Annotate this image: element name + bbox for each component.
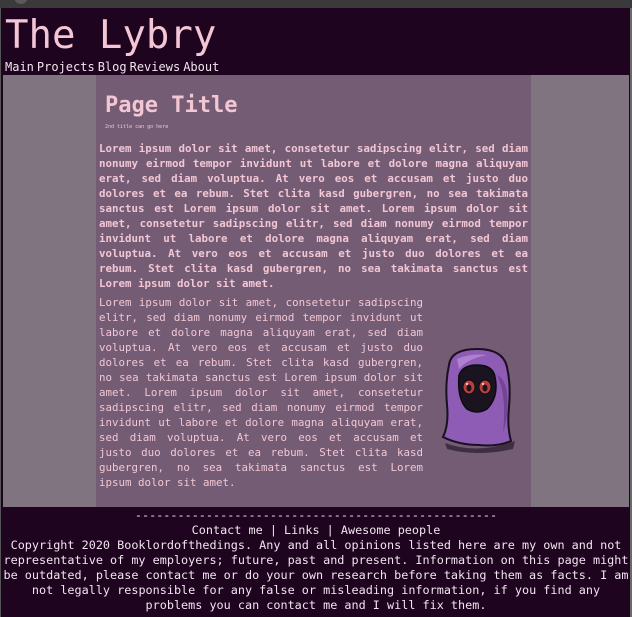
footer-link-links[interactable]: Links (284, 523, 320, 537)
page-frame: The Lybry Main Projects Blog Reviews About P… (0, 8, 632, 617)
body-paragraph: Lorem ipsum dolor sit amet, consetetur s… (99, 296, 423, 489)
hooded-character-icon (441, 347, 515, 453)
footer-separator: | (326, 523, 334, 537)
nav-item-reviews[interactable]: Reviews (130, 60, 181, 74)
main-content: Page Title 2nd title can go here Lorem i… (96, 75, 531, 507)
footer-link-awesome-people[interactable]: Awesome people (341, 523, 440, 537)
nav-item-projects[interactable]: Projects (37, 60, 95, 74)
footer-divider: ----------------------------------------… (134, 508, 498, 522)
right-sidebar (531, 75, 629, 507)
copyright-text: Copyright 2020 Booklordofthedings. Any a… (3, 538, 629, 612)
footer-separator: | (269, 523, 277, 537)
bold-paragraph: Lorem ipsum dolor sit amet, consetetur s… (99, 142, 528, 290)
nav-item-main[interactable]: Main (5, 60, 34, 74)
footer-links: Contact me | Links | Awesome people (3, 523, 629, 538)
footer-link-contact[interactable]: Contact me (192, 523, 263, 537)
main-nav: Main Projects Blog Reviews About (5, 60, 222, 74)
nav-item-about[interactable]: About (183, 60, 219, 74)
site-header: The Lybry Main Projects Blog Reviews About (3, 8, 629, 76)
browser-top-edge (0, 0, 632, 8)
left-sidebar (3, 75, 96, 507)
site-title: The Lybry (5, 13, 217, 58)
site-footer: ----------------------------------------… (3, 507, 629, 617)
page-title: Page Title (105, 93, 238, 118)
nav-item-blog[interactable]: Blog (98, 60, 127, 74)
browser-tab-edge (14, 0, 28, 4)
page-subtitle: 2nd title can go here (105, 124, 169, 130)
